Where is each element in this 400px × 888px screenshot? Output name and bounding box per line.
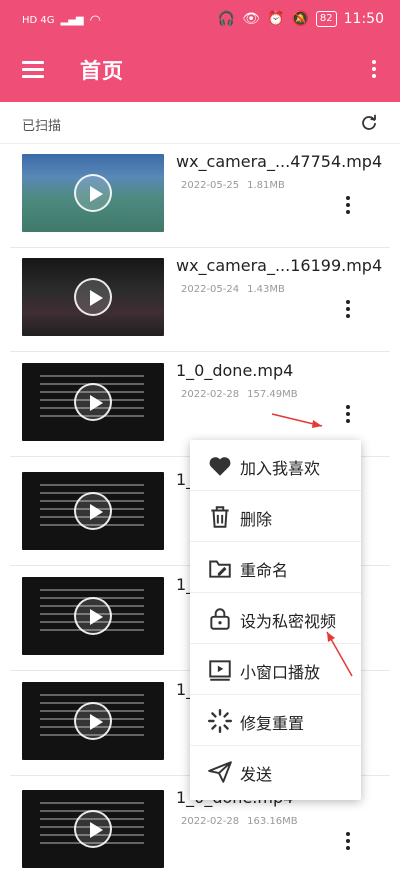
video-thumbnail	[22, 472, 164, 550]
video-thumbnail	[22, 258, 164, 336]
menu-item-private[interactable]: 设为私密视频	[190, 593, 361, 644]
app-bar: 首页	[0, 40, 400, 102]
mini-window-icon	[209, 660, 231, 681]
menu-item-favorite[interactable]: 加入我喜欢	[190, 440, 361, 491]
video-size: 157.49MB	[247, 389, 298, 400]
play-icon	[74, 597, 112, 635]
menu-icon[interactable]	[22, 61, 44, 79]
play-icon	[74, 278, 112, 316]
video-thumbnail	[22, 577, 164, 655]
item-more-icon[interactable]	[344, 832, 352, 854]
signal-icon: ▂▄▆	[60, 15, 84, 26]
eye-icon: 👁	[242, 11, 261, 27]
video-date: 2022-02-28	[181, 816, 240, 827]
lock-icon	[210, 608, 230, 630]
network-indicator: HD 4G	[22, 15, 55, 26]
refresh-icon[interactable]	[360, 114, 378, 132]
video-date: 2022-05-25	[181, 180, 240, 191]
video-size: 1.81MB	[247, 180, 285, 191]
more-options-icon[interactable]	[372, 60, 378, 81]
scanned-label: 已扫描	[22, 119, 62, 134]
play-icon	[74, 383, 112, 421]
video-thumbnail	[22, 682, 164, 760]
battery-indicator: 82	[315, 11, 337, 27]
play-icon	[74, 810, 112, 848]
item-more-icon[interactable]	[344, 405, 352, 427]
wifi-icon: ◠	[89, 13, 101, 28]
menu-item-mini-window[interactable]: 小窗口播放	[190, 644, 361, 695]
menu-item-send[interactable]: 发送	[190, 746, 361, 797]
video-title: 1_0_done.mp4	[176, 361, 294, 380]
video-list-item[interactable]: wx_camera_...16199.mp4 2022-05-24 1.43MB	[10, 248, 390, 352]
menu-item-delete[interactable]: 删除	[190, 491, 361, 542]
scanned-bar: 已扫描	[0, 102, 400, 144]
video-thumbnail	[22, 790, 164, 868]
headphones-icon: 🎧	[217, 11, 236, 27]
video-thumbnail	[22, 154, 164, 232]
video-title: wx_camera_...16199.mp4	[176, 256, 383, 275]
menu-item-repair[interactable]: 修复重置	[190, 695, 361, 746]
play-icon	[74, 492, 112, 530]
mute-icon: 🔕	[291, 11, 309, 27]
rename-icon	[209, 560, 231, 578]
status-bar: HD 4G ▂▄▆ ◠ 🎧 👁 ⏰ 🔕 82 11:50	[0, 0, 400, 40]
video-title: wx_camera_...47754.mp4	[176, 152, 383, 171]
item-more-icon[interactable]	[344, 196, 352, 218]
video-thumbnail	[22, 363, 164, 441]
repair-icon	[207, 708, 233, 734]
video-size: 1.43MB	[247, 284, 285, 295]
send-icon	[208, 761, 232, 783]
video-date: 2022-02-28	[181, 389, 240, 400]
item-more-icon[interactable]	[344, 300, 352, 322]
trash-icon	[211, 506, 229, 528]
clock: 11:50	[343, 11, 384, 27]
video-list-item[interactable]: wx_camera_...47754.mp4 2022-05-25 1.81MB	[10, 144, 390, 248]
video-size: 163.16MB	[247, 816, 298, 827]
context-menu: 加入我喜欢 删除 重命名 设为私密视频 小窗口播放 修复重置 发送	[190, 440, 361, 800]
play-icon	[74, 702, 112, 740]
heart-icon	[209, 457, 231, 476]
video-date: 2022-05-24	[181, 284, 240, 295]
page-title: 首页	[80, 59, 124, 83]
play-icon	[74, 174, 112, 212]
alarm-icon: ⏰	[267, 11, 285, 27]
menu-item-rename[interactable]: 重命名	[190, 542, 361, 593]
